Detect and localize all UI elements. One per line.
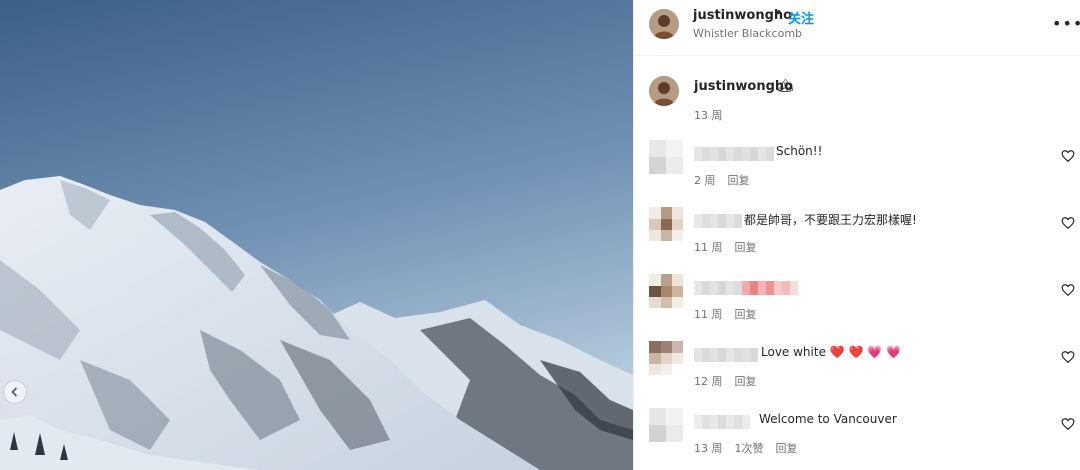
blurred-username[interactable] — [694, 280, 798, 295]
carousel-nav-button[interactable] — [3, 380, 27, 404]
comment-time[interactable]: 2 周 — [694, 174, 716, 187]
blurred-username[interactable] — [694, 213, 742, 228]
blurred-avatar[interactable] — [649, 341, 683, 375]
blurred-username[interactable] — [694, 414, 750, 429]
hearts-emoji: ❤️ ❤️ 💗 💗 — [829, 345, 902, 359]
blurred-username[interactable] — [694, 146, 774, 161]
heart-icon[interactable] — [1061, 216, 1075, 230]
post-header: justinwongho • 关注 Whistler Blackcomb ••• — [634, 0, 1080, 56]
comment-meta: 11 周回复 — [694, 306, 769, 322]
blurred-username[interactable] — [694, 347, 758, 362]
comment-text: Schön!! — [776, 144, 823, 158]
comment-item: Welcome to Vancouver 13 周 1次赞 回复 — [634, 408, 1080, 470]
caption-time[interactable]: 13 周 — [694, 107, 723, 123]
comment-text: 都是帥哥，不要跟王力宏那樣喔! — [744, 213, 917, 227]
profile-photo-icon — [649, 76, 679, 106]
avatar[interactable] — [649, 76, 679, 106]
comment-time[interactable]: 12 周 — [694, 375, 723, 388]
more-options-icon[interactable]: ••• — [1052, 14, 1080, 33]
comment-meta: 13 周 1次赞 回复 — [694, 440, 810, 456]
comment-meta: 12 周回复 — [694, 373, 769, 389]
comment-text: Love white ❤️ ❤️ 💗 💗 — [761, 345, 901, 359]
post-photo[interactable] — [0, 0, 633, 470]
profile-photo-icon — [649, 9, 679, 39]
heart-icon[interactable] — [1061, 350, 1075, 364]
reply-button[interactable]: 回复 — [735, 241, 757, 254]
comment-item: 11 周回复 — [634, 274, 1080, 341]
caption-text: 🏔 — [777, 79, 794, 94]
reply-button[interactable]: 回复 — [776, 442, 798, 455]
blurred-avatar[interactable] — [649, 274, 683, 308]
heart-icon[interactable] — [1061, 417, 1075, 431]
location-link[interactable]: Whistler Blackcomb — [693, 27, 802, 40]
comment-time[interactable]: 11 周 — [694, 241, 723, 254]
comment-text-body: Love white — [761, 345, 826, 359]
reply-button[interactable]: 回复 — [728, 174, 750, 187]
comments-panel: justinwongho • 关注 Whistler Blackcomb •••… — [633, 0, 1080, 470]
separator-dot: • — [775, 6, 783, 21]
reply-button[interactable]: 回复 — [735, 308, 757, 321]
comment-meta: 2 周回复 — [694, 172, 762, 188]
comment-meta: 11 周回复 — [694, 239, 769, 255]
blurred-avatar[interactable] — [649, 408, 683, 442]
comment-time[interactable]: 13 周 — [694, 442, 723, 455]
blurred-avatar[interactable] — [649, 207, 683, 241]
avatar[interactable] — [649, 9, 679, 39]
comment-item: 都是帥哥，不要跟王力宏那樣喔! 11 周回复 — [634, 207, 1080, 274]
comment-time[interactable]: 11 周 — [694, 308, 723, 321]
mountain-photo — [0, 0, 633, 470]
comment-item: Schön!! 2 周回复 — [634, 140, 1080, 207]
blurred-avatar[interactable] — [649, 140, 683, 174]
chevron-left-icon — [11, 387, 18, 397]
reply-button[interactable]: 回复 — [735, 375, 757, 388]
heart-icon[interactable] — [1061, 149, 1075, 163]
heart-icon[interactable] — [1061, 283, 1075, 297]
comment-item: Love white ❤️ ❤️ 💗 💗 12 周回复 — [634, 341, 1080, 408]
comment-text: Welcome to Vancouver — [759, 412, 897, 426]
follow-button[interactable]: 关注 — [788, 8, 814, 27]
likes-count[interactable]: 1次赞 — [735, 442, 764, 455]
